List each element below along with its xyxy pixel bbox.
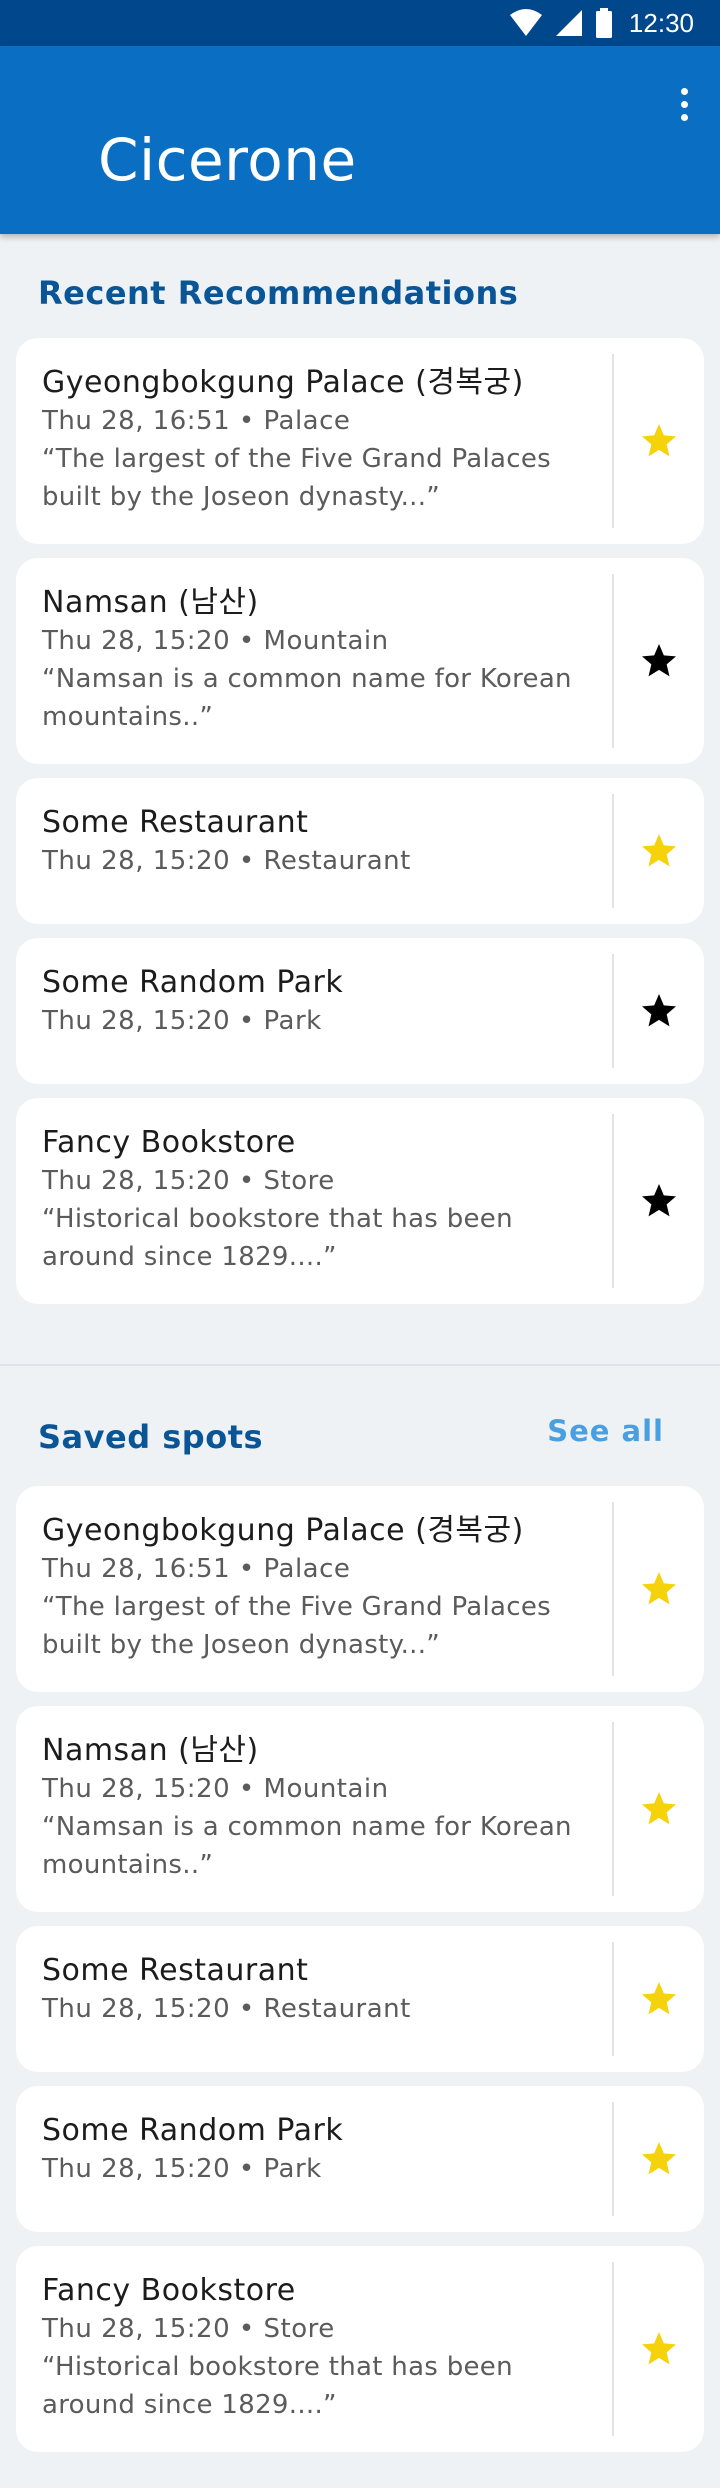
wifi-icon	[509, 9, 542, 36]
place-name: Some Random Park	[42, 2113, 344, 2148]
place-description: “The largest of the Five Grand Palaces b…	[42, 1592, 552, 1660]
card-text: Some Random Park Thu 28, 15:20 • Park	[42, 2112, 596, 2188]
card-text: Gyeongbokgung Palace (경복궁) Thu 28, 16:51 …	[42, 364, 596, 516]
place-description: “Historical bookstore that has been arou…	[42, 2352, 513, 2420]
star-icon-filled[interactable]	[628, 1778, 690, 1840]
place-name: Fancy Bookstore	[42, 2273, 296, 2308]
card-divider	[612, 1114, 614, 1288]
card-divider	[612, 954, 614, 1068]
section-divider	[0, 1364, 720, 1366]
place-description: “The largest of the Five Grand Palaces b…	[42, 444, 552, 512]
place-meta: Thu 28, 15:20 • Mountain	[42, 626, 389, 656]
saved-card[interactable]: Gyeongbokgung Palace (경복궁) Thu 28, 16:51 …	[16, 1486, 704, 1692]
saved-card[interactable]: Fancy Bookstore Thu 28, 15:20 • Store “His…	[16, 2246, 704, 2452]
place-description: “Namsan is a common name for Korean moun…	[42, 664, 572, 732]
card-divider	[612, 1502, 614, 1676]
card-divider	[612, 574, 614, 748]
card-text: Fancy Bookstore Thu 28, 15:20 • Store “His…	[42, 2272, 596, 2424]
cell-signal-icon	[555, 10, 582, 36]
saved-section-title: Saved spots	[38, 1418, 264, 1456]
saved-card[interactable]: Some Random Park Thu 28, 15:20 • Park	[16, 2086, 704, 2232]
recent-card[interactable]: Some Random Park Thu 28, 15:20 • Park	[16, 938, 704, 1084]
star-icon[interactable]	[628, 1170, 690, 1232]
place-name: Gyeongbokgung Palace (경복궁)	[42, 1513, 524, 1548]
card-divider	[612, 1942, 614, 2056]
card-divider	[612, 2262, 614, 2436]
app-bar: Cicerone	[0, 46, 720, 234]
place-meta: Thu 28, 15:20 • Restaurant	[42, 1994, 411, 2024]
card-divider	[612, 354, 614, 528]
place-description: “Historical bookstore that has been arou…	[42, 1204, 513, 1272]
star-icon-filled[interactable]	[628, 2128, 690, 2190]
place-name: Some Restaurant	[42, 805, 309, 840]
recent-card[interactable]: Some Restaurant Thu 28, 15:20 • Restauran…	[16, 778, 704, 924]
place-meta: Thu 28, 15:20 • Store	[42, 1166, 335, 1196]
place-meta: Thu 28, 15:20 • Park	[42, 2154, 322, 2184]
card-text: Gyeongbokgung Palace (경복궁) Thu 28, 16:51 …	[42, 1512, 596, 1664]
more-vert-icon[interactable]	[664, 74, 704, 134]
place-name: Some Restaurant	[42, 1953, 309, 1988]
card-text: Namsan (남산) Thu 28, 15:20 • Mountain “Nams…	[42, 584, 596, 736]
app-title: Cicerone	[98, 126, 357, 194]
place-meta: Thu 28, 16:51 • Palace	[42, 1554, 351, 1584]
star-icon-filled[interactable]	[628, 1558, 690, 1620]
place-description: “Namsan is a common name for Korean moun…	[42, 1812, 572, 1880]
saved-card[interactable]: Some Restaurant Thu 28, 15:20 • Restauran…	[16, 1926, 704, 2072]
star-icon-filled[interactable]	[628, 410, 690, 472]
place-meta: Thu 28, 15:20 • Restaurant	[42, 846, 411, 876]
recent-card[interactable]: Fancy Bookstore Thu 28, 15:20 • Store “His…	[16, 1098, 704, 1304]
card-text: Fancy Bookstore Thu 28, 15:20 • Store “His…	[42, 1124, 596, 1276]
place-name: Fancy Bookstore	[42, 1125, 296, 1160]
recent-section-title: Recent Recommendations	[38, 274, 519, 312]
battery-icon	[595, 8, 612, 38]
star-icon-filled[interactable]	[628, 1968, 690, 2030]
place-meta: Thu 28, 15:20 • Store	[42, 2314, 335, 2344]
star-icon-filled[interactable]	[628, 2318, 690, 2380]
recent-card[interactable]: Gyeongbokgung Palace (경복궁) Thu 28, 16:51 …	[16, 338, 704, 544]
card-text: Namsan (남산) Thu 28, 15:20 • Mountain “Nams…	[42, 1732, 596, 1884]
star-icon[interactable]	[628, 630, 690, 692]
place-meta: Thu 28, 15:20 • Park	[42, 1006, 322, 1036]
place-name: Gyeongbokgung Palace (경복궁)	[42, 365, 524, 400]
place-meta: Thu 28, 15:20 • Mountain	[42, 1774, 389, 1804]
card-text: Some Restaurant Thu 28, 15:20 • Restauran…	[42, 804, 596, 880]
status-bar: 12:30	[0, 0, 720, 46]
recent-card[interactable]: Namsan (남산) Thu 28, 15:20 • Mountain “Nams…	[16, 558, 704, 764]
place-name: Namsan (남산)	[42, 585, 259, 620]
place-name: Some Random Park	[42, 965, 344, 1000]
place-meta: Thu 28, 16:51 • Palace	[42, 406, 351, 436]
card-text: Some Random Park Thu 28, 15:20 • Park	[42, 964, 596, 1040]
place-name: Namsan (남산)	[42, 1733, 259, 1768]
card-divider	[612, 1722, 614, 1896]
star-icon-filled[interactable]	[628, 820, 690, 882]
status-time: 12:30	[628, 7, 694, 38]
card-divider	[612, 794, 614, 908]
card-text: Some Restaurant Thu 28, 15:20 • Restauran…	[42, 1952, 596, 2028]
saved-card[interactable]: Namsan (남산) Thu 28, 15:20 • Mountain “Nams…	[16, 1706, 704, 1912]
star-icon[interactable]	[628, 980, 690, 1042]
card-divider	[612, 2102, 614, 2216]
see-all-link[interactable]: See all	[547, 1414, 664, 1448]
